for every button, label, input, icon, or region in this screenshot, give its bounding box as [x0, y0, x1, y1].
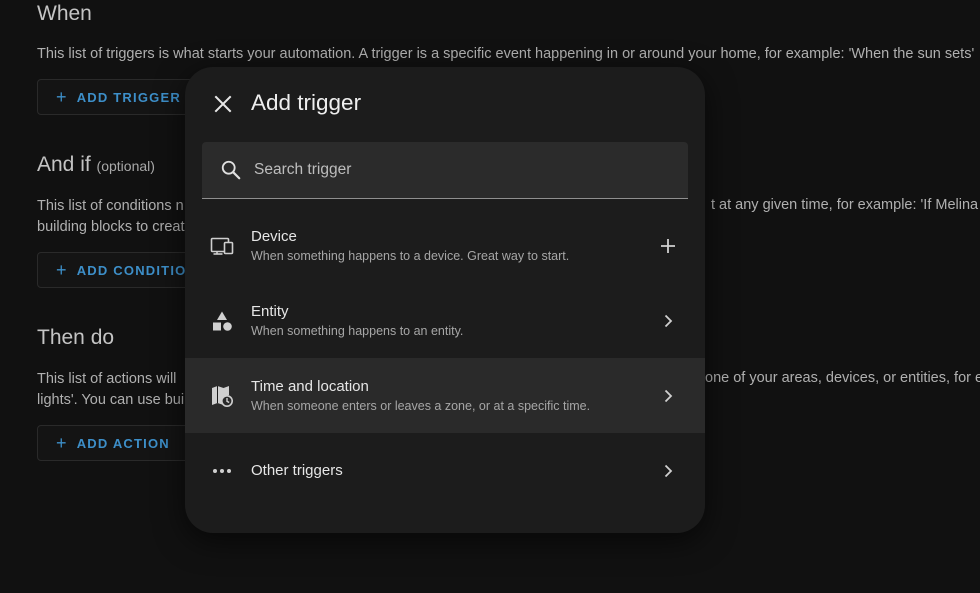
trigger-item-title: Device — [251, 227, 297, 245]
chevron-right-icon — [657, 310, 679, 332]
dialog-title: Add trigger — [251, 90, 362, 115]
chevron-right-icon — [657, 385, 679, 407]
and-if-heading: And if (optional) — [37, 153, 155, 177]
shapes-icon — [210, 309, 234, 333]
trigger-item-other[interactable]: Other triggers — [185, 433, 705, 508]
trigger-item-text: Time and location When someone enters or… — [251, 377, 590, 415]
trigger-item-title: Entity — [251, 302, 289, 320]
chevron-right-icon — [657, 460, 679, 482]
close-icon — [214, 95, 232, 113]
add-trigger-label: ADD TRIGGER — [76, 89, 181, 105]
add-action-label: ADD ACTION — [76, 435, 170, 451]
trigger-list: Device When something happens to a devic… — [185, 208, 705, 508]
trigger-item-title: Other triggers — [251, 461, 343, 479]
and-if-description-right: t at any given time, for example: 'If Me… — [711, 197, 980, 213]
and-if-heading-text: And if — [37, 153, 91, 176]
trigger-item-entity[interactable]: Entity When something happens to an enti… — [185, 283, 705, 358]
close-button[interactable] — [209, 90, 237, 118]
plus-icon: + — [56, 433, 68, 453]
trigger-item-time-and-location[interactable]: Time and location When someone enters or… — [185, 358, 705, 433]
then-do-description-line2: lights'. You can use bui — [37, 392, 185, 408]
add-action-button[interactable]: + ADD ACTION — [37, 425, 189, 461]
then-do-heading: Then do — [37, 326, 115, 349]
trigger-item-text: Device When something happens to a devic… — [251, 227, 569, 265]
then-do-description-line1: This list of actions will — [37, 371, 177, 387]
trigger-item-description: When something happens to an entity. — [251, 323, 464, 338]
trigger-item-text: Other triggers — [251, 461, 343, 481]
dialog-header: Add trigger — [185, 67, 705, 141]
devices-icon — [210, 234, 234, 258]
then-do-description-right: one of your areas, devices, or entities,… — [705, 370, 980, 386]
when-heading: When — [37, 2, 92, 25]
trigger-item-description: When someone enters or leaves a zone, or… — [251, 398, 591, 413]
trigger-item-description: When something happens to a device. Grea… — [251, 248, 570, 263]
and-if-description-line2: building blocks to creat — [37, 219, 185, 235]
trigger-item-title: Time and location — [251, 377, 369, 395]
map-clock-icon — [210, 384, 234, 408]
plus-icon: + — [56, 87, 68, 107]
plus-icon — [657, 235, 679, 257]
trigger-item-text: Entity When something happens to an enti… — [251, 302, 463, 340]
when-description: This list of triggers is what starts you… — [37, 46, 975, 62]
search-input[interactable] — [252, 142, 688, 198]
add-trigger-dialog: Add trigger Device When somet — [185, 67, 705, 533]
search-field[interactable] — [202, 142, 688, 199]
search-icon — [219, 158, 243, 182]
plus-icon: + — [56, 260, 68, 280]
optional-label: (optional) — [96, 158, 155, 174]
and-if-description-line1: This list of conditions n — [37, 198, 184, 214]
add-condition-label: ADD CONDITION — [76, 262, 198, 278]
dots-horizontal-icon — [210, 459, 234, 483]
trigger-item-device[interactable]: Device When something happens to a devic… — [185, 208, 705, 283]
add-trigger-button[interactable]: + ADD TRIGGER — [37, 79, 200, 115]
